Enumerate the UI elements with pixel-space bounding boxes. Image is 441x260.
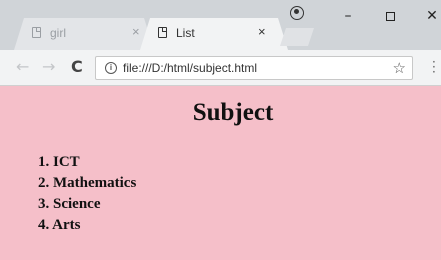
tab-label: girl: [50, 26, 67, 40]
minimize-button[interactable]: –: [338, 6, 358, 26]
address-bar[interactable]: i file:///D:/html/subject.html ☆: [95, 56, 413, 80]
tab-close-icon[interactable]: ×: [132, 25, 140, 39]
page-heading: Subject: [192, 99, 274, 126]
page-icon: [32, 27, 41, 38]
tab-list[interactable]: List ×: [140, 18, 288, 50]
new-tab-button[interactable]: [280, 28, 314, 46]
browser-window: girl × List × – ✕ ← → C i file:///D:/htm…: [0, 0, 441, 260]
list-item: 1. ICT: [38, 154, 80, 170]
maximize-icon: [385, 11, 395, 21]
list-item: 4. Arts: [38, 217, 81, 233]
tab-label: List: [176, 26, 195, 40]
list-item: 2. Mathematics: [38, 175, 137, 191]
close-window-button[interactable]: ✕: [422, 6, 441, 26]
bookmark-star-icon[interactable]: ☆: [393, 59, 406, 77]
list-item: 3. Science: [38, 196, 101, 212]
profile-icon[interactable]: [290, 6, 304, 20]
tab-girl[interactable]: girl ×: [14, 18, 154, 50]
forward-arrow-icon[interactable]: →: [42, 59, 55, 75]
url-text[interactable]: file:///D:/html/subject.html: [123, 61, 257, 75]
subject-list: 1. ICT 2. Mathematics 3. Science 4. Arts: [38, 152, 136, 236]
tab-close-icon[interactable]: ×: [258, 25, 266, 39]
page-content: Subject 1. ICT 2. Mathematics 3. Science…: [0, 86, 441, 260]
reload-icon[interactable]: C: [71, 59, 83, 75]
browser-toolbar: ← → C i file:///D:/html/subject.html ☆ ·…: [0, 50, 441, 86]
info-icon[interactable]: i: [105, 62, 117, 74]
page-icon: [158, 27, 167, 38]
back-arrow-icon[interactable]: ←: [16, 59, 29, 75]
tab-strip: girl × List × – ✕: [0, 0, 441, 50]
menu-dots-icon[interactable]: · · ·: [432, 56, 436, 78]
maximize-button[interactable]: [380, 6, 400, 26]
